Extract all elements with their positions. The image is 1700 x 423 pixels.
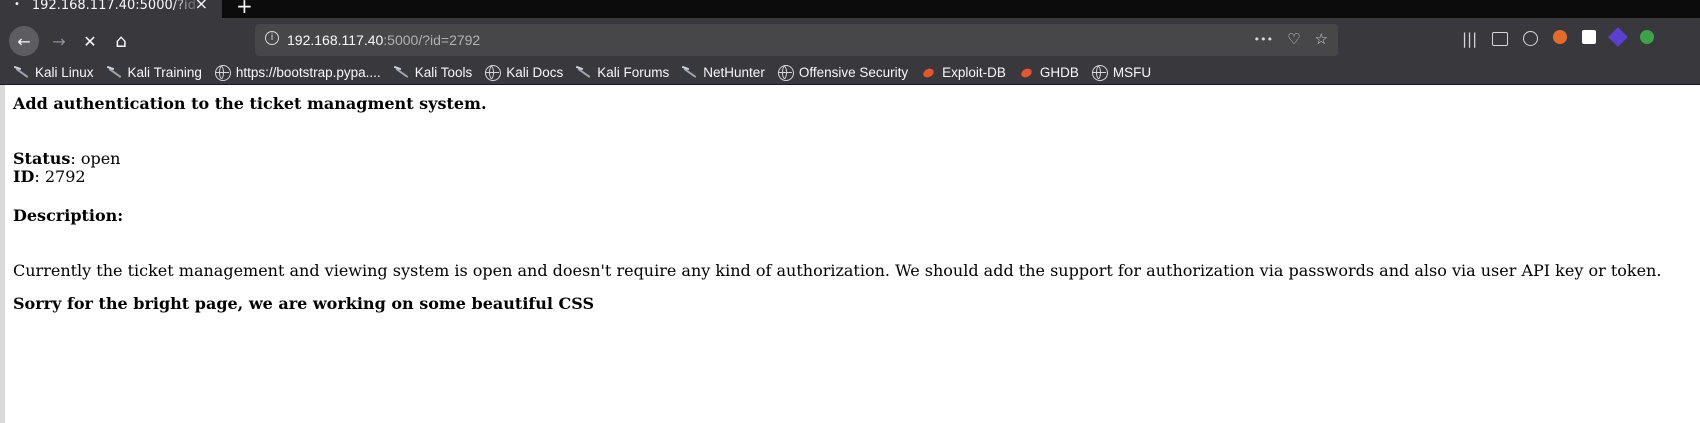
extension-icon[interactable] <box>1608 27 1629 47</box>
bookmark-kali-docs[interactable]: Kali Docs <box>485 64 564 81</box>
status-label: Status <box>13 149 71 168</box>
bookmark-kali-linux[interactable]: Kali Linux <box>14 65 94 81</box>
forward-button[interactable]: → <box>45 27 73 55</box>
bookmark-offensive-security[interactable]: Offensive Security <box>777 64 909 81</box>
tab-loading-indicator: • <box>14 0 20 10</box>
bookmark-kali-forums[interactable]: Kali Forums <box>576 65 669 81</box>
bookmark-star-icon[interactable]: ☆ <box>1315 30 1328 50</box>
page-actions-icon[interactable]: ••• <box>1254 30 1273 50</box>
back-button[interactable]: ← <box>9 26 39 56</box>
extension-icon[interactable] <box>1640 30 1655 44</box>
bookmark-label: Exploit-DB <box>942 65 1006 80</box>
pocket-icon[interactable]: ♡ <box>1287 30 1300 50</box>
tab-title: 192.168.117.40:5000/?id=2792 <box>31 0 202 12</box>
tab-active[interactable]: • 192.168.117.40:5000/?id=2792 × <box>0 0 222 18</box>
bookmark-kali-tools[interactable]: Kali Tools <box>394 65 473 81</box>
bookmark-label: https://bootstrap.pypa.... <box>235 65 381 80</box>
bookmark-label: NetHunter <box>703 65 765 80</box>
bookmark-kali-training[interactable]: Kali Training <box>107 65 202 81</box>
back-arrow-icon: ← <box>17 31 31 51</box>
bookmark-nethunter[interactable]: NetHunter <box>682 65 765 81</box>
bug-icon <box>1019 65 1035 81</box>
description-text: Currently the ticket management and view… <box>13 261 1662 280</box>
new-tab-button[interactable]: + <box>236 0 253 18</box>
url-actions: ••• ♡ ☆ <box>1254 30 1328 50</box>
id-line: ID: 2792 <box>13 167 86 186</box>
ticket-title: Add authentication to the ticket managme… <box>13 94 487 113</box>
kali-icon <box>107 65 123 81</box>
bookmark-msfu[interactable]: MSFU <box>1091 64 1152 81</box>
toolbar-icons: ||| <box>1462 27 1655 48</box>
id-label: ID <box>13 167 35 186</box>
globe-icon <box>1091 64 1108 81</box>
bookmark-label: Kali Forums <box>597 65 670 80</box>
url-text[interactable]: 192.168.117.40:5000/?id=2792 <box>287 32 480 48</box>
page-left-border <box>0 85 5 423</box>
close-icon[interactable]: × <box>195 0 208 12</box>
bookmarks-toolbar: Kali Linux Kali Training https://bootstr… <box>0 61 1700 85</box>
bookmark-exploit-db[interactable]: Exploit-DB <box>921 65 1006 81</box>
kali-icon <box>394 65 410 81</box>
sidebar-icon[interactable] <box>1492 32 1509 46</box>
url-bar[interactable]: i 192.168.117.40:5000/?id=2792 ••• ♡ ☆ <box>255 24 1338 56</box>
bookmark-label: Offensive Security <box>798 65 909 80</box>
extension-icon[interactable] <box>1582 30 1597 44</box>
status-line: Status: open <box>13 149 120 168</box>
kali-icon <box>576 65 592 81</box>
footer-note: Sorry for the bright page, we are workin… <box>13 294 595 313</box>
forward-arrow-icon: → <box>52 31 66 51</box>
url-path: :5000/?id=2792 <box>383 32 481 48</box>
bookmark-label: GHDB <box>1039 65 1079 80</box>
info-icon[interactable]: i <box>265 31 279 45</box>
home-icon: ⌂ <box>115 30 127 52</box>
globe-icon <box>777 64 794 81</box>
bookmark-label: Kali Tools <box>414 65 473 80</box>
id-value: : 2792 <box>34 167 86 186</box>
description-label: Description: <box>13 206 124 225</box>
status-value: : open <box>70 149 121 168</box>
extension-icon[interactable] <box>1553 30 1568 44</box>
bookmark-label: Kali Training <box>127 65 202 80</box>
stop-icon: ✕ <box>83 31 97 51</box>
account-icon[interactable] <box>1523 31 1539 46</box>
home-button[interactable]: ⌂ <box>107 27 135 55</box>
bug-icon <box>921 65 937 81</box>
bookmark-label: Kali Docs <box>506 65 564 80</box>
bookmark-ghdb[interactable]: GHDB <box>1019 65 1079 81</box>
stop-button[interactable]: ✕ <box>76 27 104 55</box>
library-icon[interactable]: ||| <box>1462 30 1477 48</box>
globe-icon <box>485 64 502 81</box>
navigation-toolbar: ← → ✕ ⌂ i 192.168.117.40:5000/?id=2792 •… <box>0 18 1700 61</box>
tab-strip: • 192.168.117.40:5000/?id=2792 × + <box>0 0 1700 18</box>
url-host: 192.168.117.40 <box>287 32 384 48</box>
bookmark-label: Kali Linux <box>35 65 94 80</box>
kali-icon <box>14 65 30 81</box>
globe-icon <box>214 64 231 81</box>
bookmark-label: MSFU <box>1112 65 1152 80</box>
kali-icon <box>682 65 698 81</box>
bookmark-bootstrap[interactable]: https://bootstrap.pypa.... <box>214 64 381 81</box>
